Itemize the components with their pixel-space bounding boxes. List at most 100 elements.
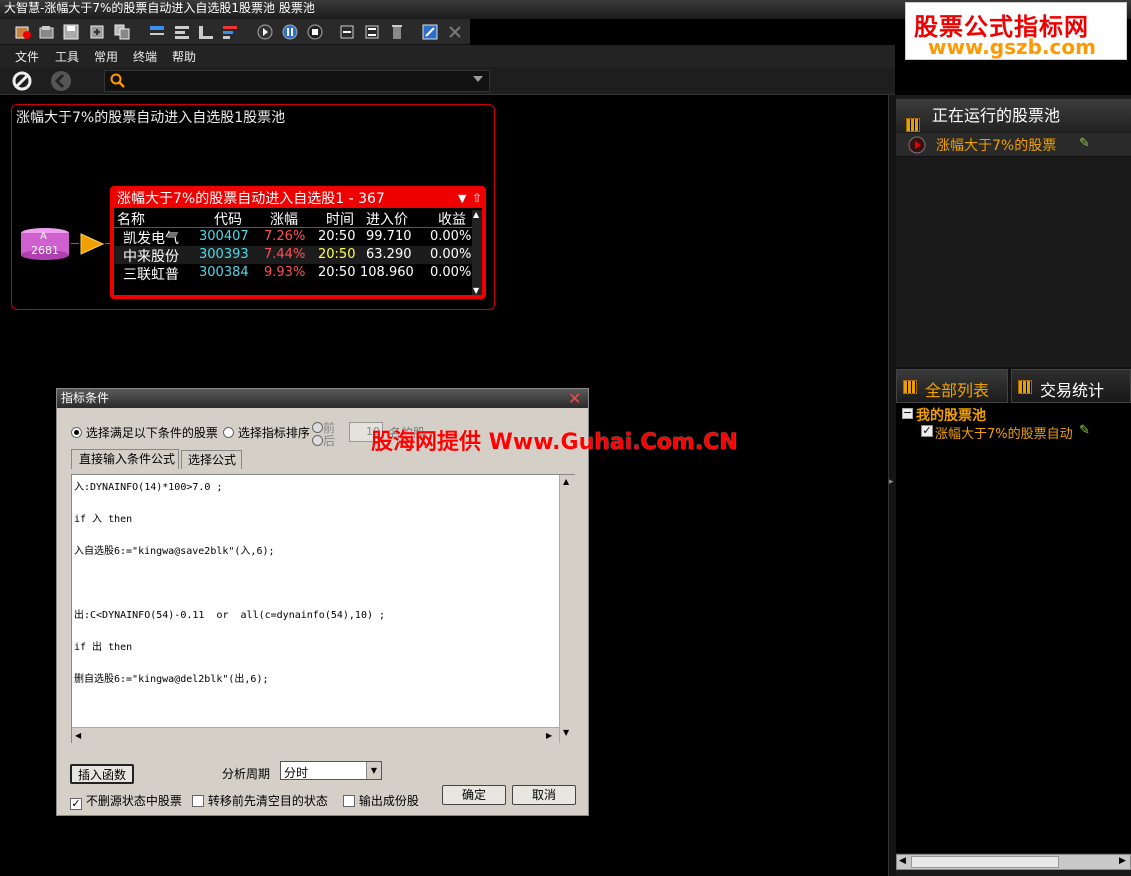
scroll-up-icon[interactable]: ▲	[563, 477, 569, 486]
save-icon[interactable]	[62, 23, 80, 41]
menu-common[interactable]: 常用	[94, 48, 118, 65]
chevron-down-icon[interactable]: ▼	[366, 762, 381, 779]
chk-keep-source-label: 不删源状态中股票	[85, 794, 182, 808]
align-bottom-icon[interactable]	[197, 23, 215, 41]
export-icon[interactable]	[88, 23, 106, 41]
period-select[interactable]: 分时 ▼	[280, 761, 382, 780]
filter-node-icon[interactable]	[79, 232, 105, 256]
back-icon[interactable]	[50, 70, 72, 92]
window-title: 大智慧-涨幅大于7%的股票自动进入自选股1股票池 股票池	[4, 1, 315, 15]
grid-scrollbar[interactable]: ▲ ▼	[472, 210, 482, 295]
table-row[interactable]: 三联虹普 300384 9.93% 20:50 108.960 0.00%	[114, 264, 472, 283]
chevron-down-icon[interactable]	[473, 76, 483, 82]
stock-time: 20:50	[318, 247, 356, 262]
open-icon[interactable]	[38, 23, 56, 41]
menu-terminal[interactable]: 终端	[133, 48, 157, 65]
play-icon[interactable]	[908, 136, 926, 154]
scan-icon[interactable]	[338, 23, 356, 41]
trash-icon[interactable]	[388, 23, 406, 41]
scroll-down-icon[interactable]: ▼	[473, 286, 479, 295]
formula-editor[interactable]: 入:DYNAINFO(14)*100>7.0 ; if 入 then 入自选股6…	[71, 474, 575, 743]
col-header-code[interactable]: 代码	[214, 209, 242, 229]
editor-hscrollbar[interactable]: ◀ ▶	[72, 727, 559, 743]
running-pool-item[interactable]: 涨幅大于7%的股票 ✎	[896, 133, 1131, 157]
tab-trade-stats[interactable]: 交易统计	[1011, 369, 1131, 403]
code-line: 入自选股6:="kingwa@save2blk"(入,6);	[74, 546, 275, 557]
stop-icon[interactable]	[306, 23, 324, 41]
toolbar	[0, 19, 470, 45]
pause-icon[interactable]	[281, 23, 299, 41]
copy-icon[interactable]	[113, 23, 131, 41]
radio-sort[interactable]: 选择指标排序	[223, 424, 310, 441]
tree-item-label[interactable]: 涨幅大于7%的股票自动	[935, 423, 1073, 442]
scroll-down-icon[interactable]: ▼	[563, 728, 569, 737]
tree-item-checkbox[interactable]: ✓	[921, 425, 933, 437]
col-header-name[interactable]: 名称	[117, 209, 145, 229]
editor-vscrollbar[interactable]: ▲ ▼	[559, 475, 575, 743]
close-icon[interactable]: ✕	[568, 389, 581, 408]
step-icon[interactable]	[256, 23, 274, 41]
table-row[interactable]: 凯发电气 300407 7.26% 20:50 99.710 0.00%	[114, 228, 472, 247]
tree-edit-icon[interactable]: ✎	[1079, 423, 1090, 438]
stock-name: 中来股份	[123, 249, 179, 265]
col-header-time[interactable]: 时间	[326, 209, 354, 229]
tab-stats-label: 交易统计	[1040, 381, 1105, 400]
collapse-tree-icon[interactable]: −	[902, 407, 913, 419]
dropdown-icon[interactable]: ▼	[458, 190, 466, 208]
period-label: 分析周期	[222, 767, 271, 781]
code-line: if 出 then	[74, 642, 133, 653]
insert-function-button[interactable]: 插入函数	[70, 764, 134, 784]
col-header-gain[interactable]: 收益	[438, 209, 466, 229]
splitter-arrow-icon[interactable]: ▸	[889, 477, 894, 487]
scroll-up-icon[interactable]: ▲	[473, 210, 479, 219]
cancel-button[interactable]: 取消	[512, 785, 576, 805]
table-row[interactable]: 中来股份 300393 7.44% 20:50 63.290 0.00%	[114, 246, 472, 265]
menu-file[interactable]: 文件	[15, 48, 39, 65]
tab-select-label: 选择公式	[188, 453, 237, 467]
stock-time: 20:50	[318, 229, 356, 244]
chk-keep-source[interactable]: ✓ 不删源状态中股票	[70, 792, 182, 810]
layout-icon[interactable]	[221, 23, 239, 41]
chk-output-components[interactable]: 输出成份股	[343, 792, 419, 809]
horizontal-scrollbar[interactable]: ◀ ▶	[896, 854, 1131, 870]
dialog-title-bar: 指标条件 ✕	[57, 389, 588, 408]
connector-line	[71, 243, 79, 244]
tab-all-list[interactable]: 全部列表	[896, 369, 1008, 403]
scroll-thumb[interactable]	[911, 856, 1059, 868]
resize-icon[interactable]	[421, 23, 439, 41]
panel-splitter[interactable]: ▸	[888, 95, 896, 876]
pool-title: 涨幅大于7%的股票自动进入自选股1股票池	[16, 110, 286, 126]
menu-help[interactable]: 帮助	[172, 48, 196, 65]
radio-dot	[312, 435, 323, 446]
tab-select-formula[interactable]: 选择公式	[181, 450, 242, 469]
chk-clear-target[interactable]: 转移前先清空目的状态	[192, 792, 328, 809]
pool-result-grid[interactable]: 涨幅大于7%的股票自动进入自选股1 - 367 ▼ ⇧ 名称 代码 涨幅 时间 …	[110, 186, 486, 299]
right-panel: 正在运行的股票池 涨幅大于7%的股票 ✎ 全部列表 交易统计 − 我的股票池 ✓…	[896, 95, 1131, 876]
scroll-left-icon[interactable]: ◀	[899, 856, 906, 866]
menu-tools[interactable]: 工具	[55, 48, 79, 65]
edit-icon[interactable]: ✎	[1079, 136, 1090, 151]
collapse-icon[interactable]: ⇧	[472, 189, 482, 207]
scroll-right-icon[interactable]: ▶	[546, 731, 552, 740]
radio-dot	[71, 427, 82, 438]
radio-condition[interactable]: 选择满足以下条件的股票	[71, 424, 218, 441]
source-count: 2681	[31, 244, 59, 257]
stock-code: 300407	[199, 229, 249, 244]
scroll-right-icon[interactable]: ▶	[1119, 856, 1126, 866]
filter-icon[interactable]	[363, 23, 381, 41]
search-input[interactable]	[104, 70, 490, 92]
source-database-icon[interactable]: A 2681	[19, 227, 71, 261]
scroll-left-icon[interactable]: ◀	[75, 731, 81, 740]
col-header-price[interactable]: 进入价	[366, 209, 408, 229]
tab-direct-input[interactable]: 直接输入条件公式	[71, 449, 179, 469]
tab-strip: 全部列表 交易统计	[896, 367, 1131, 403]
new-icon[interactable]	[14, 23, 32, 41]
close-all-icon[interactable]	[446, 23, 464, 41]
tree-root-label[interactable]: 我的股票池	[916, 405, 986, 425]
order-back[interactable]: 后	[312, 432, 335, 449]
align-left-icon[interactable]	[173, 23, 191, 41]
ok-button[interactable]: 确定	[442, 785, 506, 805]
col-header-change[interactable]: 涨幅	[270, 209, 298, 229]
align-top-icon[interactable]	[148, 23, 166, 41]
home-icon[interactable]	[10, 70, 34, 92]
